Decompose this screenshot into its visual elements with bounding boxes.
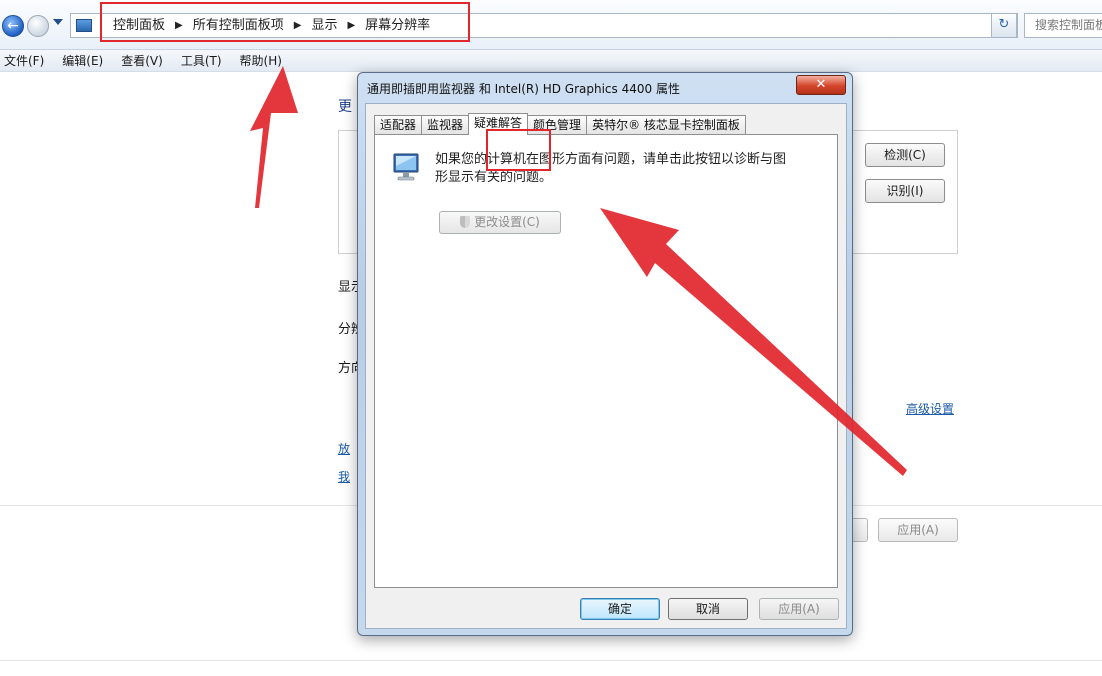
identify-button[interactable]: 识别(I) xyxy=(865,179,945,203)
recent-pages-chevron-icon[interactable] xyxy=(53,19,63,25)
monitor-icon xyxy=(393,153,419,181)
close-icon[interactable]: ✕ xyxy=(796,75,846,95)
uac-shield-icon xyxy=(460,216,471,228)
tab-adapter[interactable]: 适配器 xyxy=(374,115,423,135)
divider xyxy=(0,660,1102,661)
menu-item-view[interactable]: 查看(V) xyxy=(121,52,163,69)
search-input[interactable]: 搜索控制面板 xyxy=(1024,13,1102,38)
control-panel-icon xyxy=(76,19,92,32)
menu-item-edit[interactable]: 编辑(E) xyxy=(62,52,103,69)
menu-item-tools[interactable]: 工具(T) xyxy=(181,52,222,69)
change-settings-label: 更改设置(C) xyxy=(474,215,540,229)
tab-monitor[interactable]: 监视器 xyxy=(421,115,470,135)
dialog-title: 通用即插即用监视器 和 Intel(R) HD Graphics 4400 属性 xyxy=(367,82,680,96)
properties-dialog: 通用即插即用监视器 和 Intel(R) HD Graphics 4400 属性… xyxy=(357,72,853,636)
advanced-settings-link[interactable]: 高级设置 xyxy=(906,400,954,417)
troubleshoot-panel: 如果您的计算机在图形方面有问题，请单击此按钮以诊断与图形显示有关的问题。 更改设… xyxy=(374,134,838,588)
ok-button[interactable]: 确定 xyxy=(580,598,660,620)
refresh-icon[interactable]: ↻ xyxy=(991,13,1017,38)
apply-button[interactable]: 应用(A) xyxy=(759,598,839,620)
annotation-highlight-box xyxy=(486,129,551,171)
forward-arrow-icon[interactable] xyxy=(27,15,49,37)
cancel-button[interactable]: 取消 xyxy=(668,598,748,620)
tab-strip: 适配器 监视器 疑难解答 颜色管理 英特尔® 核芯显卡控制面板 xyxy=(374,113,746,135)
dialog-body: 适配器 监视器 疑难解答 颜色管理 英特尔® 核芯显卡控制面板 如果您的计算机在… xyxy=(365,103,847,629)
tab-intel-graphics-control-panel[interactable]: 英特尔® 核芯显卡控制面板 xyxy=(586,115,746,135)
menu-bar: 文件(F) 编辑(E) 查看(V) 工具(T) 帮助(H) xyxy=(0,50,1102,72)
change-settings-button[interactable]: 更改设置(C) xyxy=(439,211,561,234)
menu-item-file[interactable]: 文件(F) xyxy=(4,52,44,69)
text-size-link[interactable]: 放 xyxy=(338,440,350,457)
settings-help-link[interactable]: 我 xyxy=(338,468,350,485)
page-heading: 更 xyxy=(338,99,352,115)
apply-button[interactable]: 应用(A) xyxy=(878,518,958,542)
back-arrow-icon[interactable]: ← xyxy=(2,15,24,37)
menu-item-help[interactable]: 帮助(H) xyxy=(240,52,282,69)
annotation-arrow-icon xyxy=(250,66,298,208)
detect-button[interactable]: 检测(C) xyxy=(865,143,945,167)
annotation-highlight-box xyxy=(100,2,470,42)
